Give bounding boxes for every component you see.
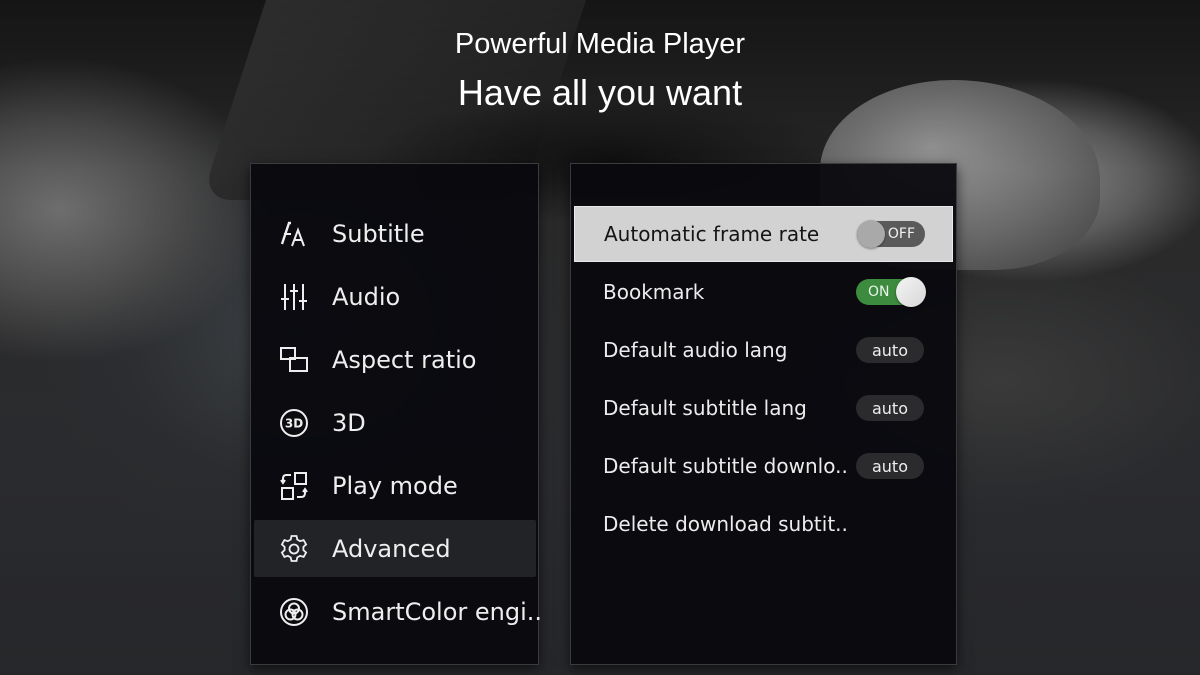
setting-automatic-frame-rate[interactable]: Automatic frame rate OFF [574,206,953,262]
headline-tagline: Powerful Media Player [454,28,746,60]
menu-item-label: Subtitle [332,219,425,248]
setting-label: Default audio lang [603,338,788,362]
settings-category-panel: Subtitle Audio Aspect ratio 3D 3D Play m… [250,163,542,665]
menu-item-aspect-ratio[interactable]: Aspect ratio [254,331,536,388]
default-subtitle-lang-value[interactable]: auto [856,395,924,421]
aspect-ratio-icon [278,344,310,376]
bookmark-toggle[interactable]: ON [856,277,926,307]
setting-label: Delete download subtit.. [603,512,848,536]
setting-label: Default subtitle lang [603,396,807,420]
setting-delete-download-subtitles[interactable]: Delete download subtit.. [574,496,953,552]
toggle-knob [896,277,926,307]
toggle-state: OFF [887,226,915,242]
default-audio-lang-value[interactable]: auto [856,337,924,363]
menu-item-audio[interactable]: Audio [254,268,536,325]
subtitle-font-icon [278,218,310,250]
advanced-settings-panel: Automatic frame rate OFF Bookmark ON Def… [570,163,957,665]
default-subtitle-download-value[interactable]: auto [856,453,924,479]
setting-label: Automatic frame rate [604,222,820,246]
setting-default-subtitle-lang[interactable]: Default subtitle lang auto [574,380,953,436]
menu-item-label: Audio [332,282,401,311]
setting-label: Bookmark [603,280,705,304]
automatic-frame-rate-toggle[interactable]: OFF [857,220,925,248]
toggle-state: ON [868,284,890,300]
menu-item-label: Play mode [332,471,458,500]
menu-item-label: Advanced [332,534,451,563]
setting-bookmark[interactable]: Bookmark ON [574,264,953,320]
menu-item-label: 3D [332,408,366,437]
menu-item-play-mode[interactable]: Play mode [254,457,536,514]
setting-default-audio-lang[interactable]: Default audio lang auto [574,322,953,378]
menu-item-subtitle[interactable]: Subtitle [254,205,536,262]
menu-item-3d[interactable]: 3D 3D [254,394,536,451]
toggle-knob [857,220,885,248]
3d-circle-icon: 3D [278,407,310,439]
color-circles-icon [278,596,310,628]
play-mode-icon [278,470,310,502]
gear-icon [278,533,310,565]
menu-item-label: SmartColor engi.. [332,597,543,626]
menu-item-smartcolor[interactable]: SmartColor engi.. [254,583,542,640]
setting-label: Default subtitle downlo.. [603,454,848,478]
headline-slogan: Have all you want [457,72,743,113]
menu-item-label: Aspect ratio [332,345,477,374]
setting-default-subtitle-download[interactable]: Default subtitle downlo.. auto [574,438,953,494]
menu-item-advanced[interactable]: Advanced [254,520,536,577]
equalizer-sliders-icon [278,281,310,313]
svg-text:3D: 3D [285,416,303,430]
